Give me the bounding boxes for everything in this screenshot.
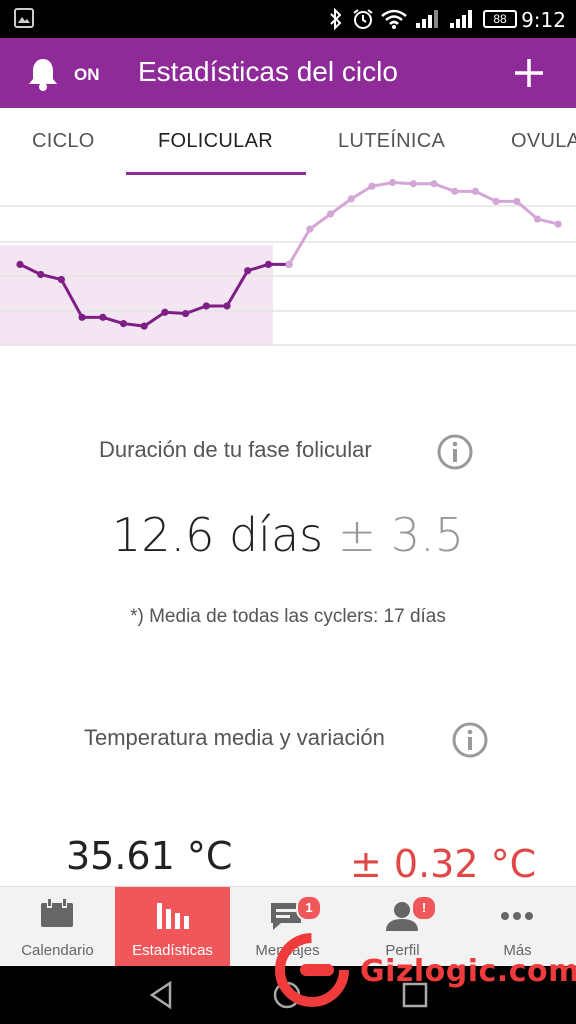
data-point xyxy=(37,270,45,279)
more-icon xyxy=(501,912,533,920)
data-point xyxy=(285,260,293,268)
data-point xyxy=(182,309,190,318)
watermark-text: Gizlogic.com xyxy=(360,954,576,989)
nav-label: Estadísticas xyxy=(132,942,213,959)
data-point xyxy=(471,187,479,195)
follicular-duration-title: Duración de tu fase folicular xyxy=(99,437,372,462)
clock: 9:12 xyxy=(521,8,566,32)
data-point xyxy=(347,195,355,203)
add-icon[interactable] xyxy=(512,56,546,90)
info-icon-temperature[interactable] xyxy=(451,721,489,759)
bluetooth-icon xyxy=(330,8,342,30)
data-point xyxy=(389,178,397,187)
follicular-duration-value: 12.6 días ± 3.5 xyxy=(0,508,576,562)
data-point xyxy=(513,197,521,205)
data-point xyxy=(430,180,438,188)
signal-icon-2 xyxy=(450,10,472,28)
data-point xyxy=(223,302,231,310)
data-point xyxy=(306,225,314,233)
alarm-icon xyxy=(353,9,373,29)
battery-indicator: 88 xyxy=(483,10,517,28)
data-point xyxy=(202,302,210,310)
nav-calendario[interactable]: Calendario xyxy=(0,887,115,967)
info-icon[interactable] xyxy=(436,433,474,471)
temperature-mean: 35.61 °C xyxy=(66,834,233,878)
data-point xyxy=(451,187,459,195)
nav-estadisticas[interactable]: Estadísticas xyxy=(115,887,230,967)
calendar-icon xyxy=(41,899,73,927)
bell-icon[interactable] xyxy=(26,56,60,92)
wifi-icon xyxy=(381,9,407,29)
data-point xyxy=(99,313,107,321)
tab-ovulacion[interactable]: OVULA xyxy=(511,130,576,153)
gizlogic-logo xyxy=(275,933,349,1007)
data-point xyxy=(57,275,65,284)
page-title: Estadísticas del ciclo xyxy=(138,56,398,87)
image-icon xyxy=(14,8,34,28)
tab-luteinica[interactable]: LUTEÍNICA xyxy=(338,130,445,153)
nav-label: Calendario xyxy=(21,942,94,959)
back-icon[interactable] xyxy=(146,980,176,1010)
temperature-title: Temperatura media y variación xyxy=(84,725,385,750)
signal-icon xyxy=(416,10,438,28)
app-bar: ON Estadísticas del ciclo xyxy=(0,38,576,108)
messages-badge: 1 xyxy=(296,895,322,921)
tab-folicular[interactable]: FOLICULAR xyxy=(158,130,273,153)
data-point xyxy=(140,322,148,330)
data-point xyxy=(78,313,86,321)
status-bar: 88 9:12 xyxy=(0,0,576,38)
data-point xyxy=(264,260,272,268)
profile-badge: ! xyxy=(411,895,437,921)
notification-status[interactable]: ON xyxy=(74,65,100,85)
duration-days: 12.6 días xyxy=(111,508,324,562)
data-point xyxy=(326,210,335,218)
data-point xyxy=(492,197,500,205)
data-point xyxy=(554,220,562,228)
bar-chart-icon xyxy=(157,903,189,929)
data-point xyxy=(16,260,24,268)
temperature-variation: ± 0.32 °C xyxy=(350,842,537,886)
phase-tabs: CICLO FOLICULAR LUTEÍNICA OVULA xyxy=(0,108,576,174)
data-point xyxy=(119,320,128,328)
data-point xyxy=(161,308,169,316)
average-note: *) Media de todas las cyclers: 17 días xyxy=(130,606,446,627)
data-point xyxy=(244,267,252,275)
temperature-chart xyxy=(0,178,576,346)
series-line-2 xyxy=(287,180,559,266)
tab-ciclo[interactable]: CICLO xyxy=(32,130,95,153)
data-point xyxy=(409,180,417,188)
duration-variation: ± 3.5 xyxy=(337,508,465,562)
data-point xyxy=(368,182,376,190)
data-point xyxy=(533,215,542,223)
